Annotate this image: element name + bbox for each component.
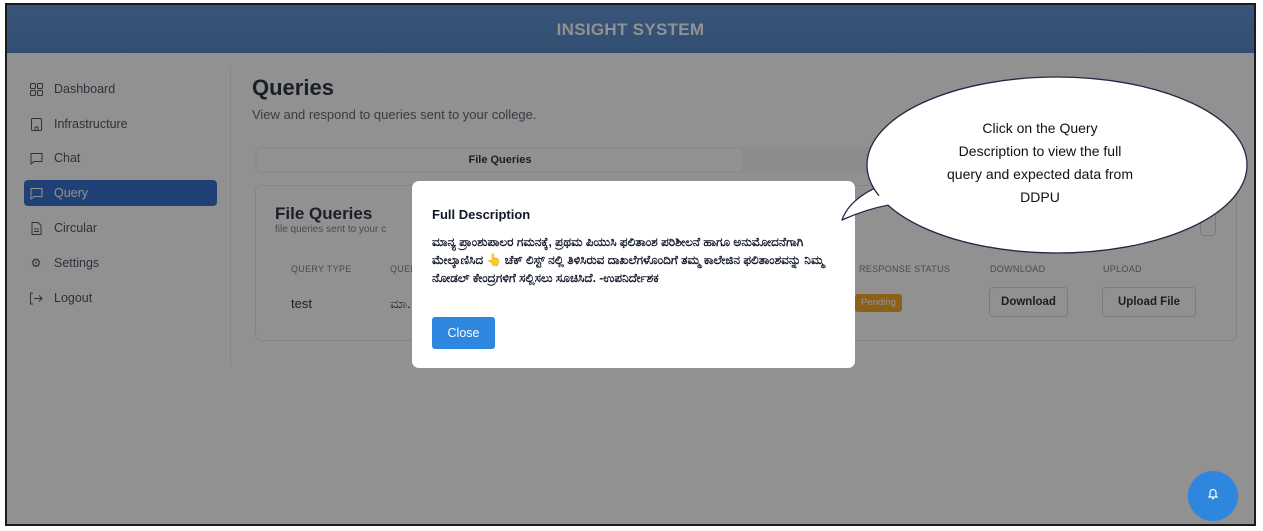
callout-text: Click on the Query Description to view t… [947,120,1134,205]
screenshot-frame: INSIGHT SYSTEM Dashboard Infrastructure … [5,3,1256,526]
full-description-modal: Full Description ಮಾನ್ಯ ಪ್ರಾಂಶುಪಾಲರ ಗಮನಕ್… [412,181,855,368]
modal-description-text: ಮಾನ್ಯ ಪ್ರಾಂಶುಪಾಲರ ಗಮನಕ್ಕೆ, ಪ್ರಥಮ ಪಿಯುಸಿ … [432,235,825,285]
bell-icon [1207,487,1219,505]
modal-title: Full Description [432,207,531,222]
close-button[interactable]: Close [432,317,495,349]
notification-button[interactable] [1188,471,1238,521]
